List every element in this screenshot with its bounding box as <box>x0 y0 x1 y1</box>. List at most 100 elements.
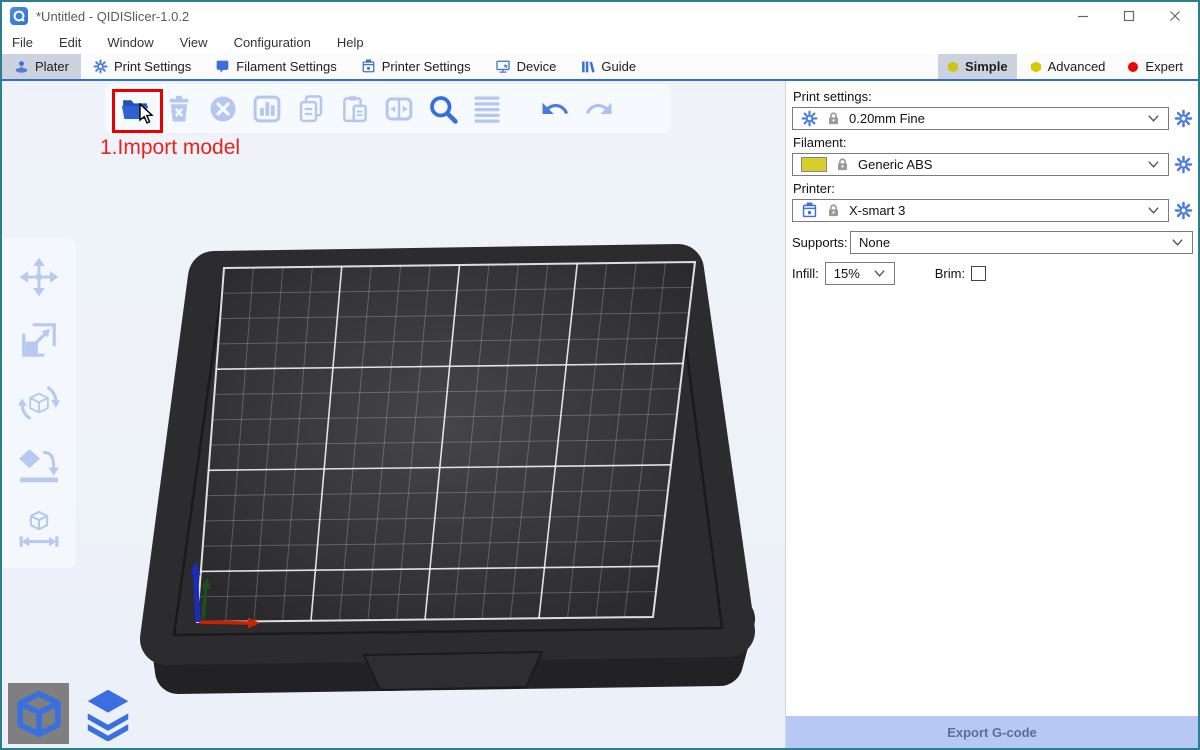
cube-3d-view-icon <box>12 687 66 741</box>
close-button[interactable] <box>1152 2 1198 30</box>
tab-device[interactable]: Device <box>483 54 569 79</box>
bed-grid-lines <box>199 262 692 621</box>
print-settings-combo[interactable]: 0.20mm Fine <box>792 107 1169 130</box>
move-tool-button[interactable] <box>18 256 60 298</box>
maximize-button[interactable] <box>1106 2 1152 30</box>
rotate-icon <box>18 382 60 424</box>
scale-to-fit-tool-button[interactable] <box>18 508 60 550</box>
undo-icon <box>540 94 570 124</box>
filament-color-swatch <box>801 157 827 172</box>
printer-value: X-smart 3 <box>849 203 1139 218</box>
rotate-tool-button[interactable] <box>18 382 60 424</box>
delete-icon <box>164 94 194 124</box>
plater-3d-viewport[interactable]: 1.Import model <box>2 81 785 748</box>
simple-mode-icon <box>947 61 959 73</box>
infill-value: 15% <box>834 266 865 281</box>
mode-switcher: Simple Advanced Expert <box>938 54 1198 79</box>
mode-expert[interactable]: Expert <box>1118 54 1192 79</box>
tab-filament-settings-label: Filament Settings <box>236 59 336 74</box>
layers-editing-button[interactable] <box>472 94 502 124</box>
mode-simple-label: Simple <box>965 59 1008 74</box>
mode-simple[interactable]: Simple <box>938 54 1017 79</box>
printer-label: Printer: <box>793 181 1193 196</box>
tab-print-settings-label: Print Settings <box>114 59 191 74</box>
supports-value: None <box>859 235 1163 250</box>
lock-icon <box>835 157 850 172</box>
copy-button[interactable] <box>296 94 326 124</box>
tab-bar: Plater Print Settings Filament Settings … <box>2 54 1198 81</box>
menu-edit[interactable]: Edit <box>59 35 81 50</box>
plater-icon <box>14 59 29 74</box>
chevron-down-icon <box>873 267 886 280</box>
scale-tool-button[interactable] <box>18 319 60 361</box>
filament-icon <box>215 59 230 74</box>
maximize-icon <box>1123 10 1135 22</box>
print-settings-label: Print settings: <box>793 89 1193 104</box>
split-to-objects-button[interactable] <box>384 94 414 124</box>
editor-3d-view-button[interactable] <box>8 683 69 744</box>
preview-layers-view-button[interactable] <box>77 683 138 744</box>
menu-window[interactable]: Window <box>107 35 153 50</box>
layers-editing-icon <box>472 94 502 124</box>
move-icon <box>18 256 60 298</box>
redo-icon <box>584 94 614 124</box>
printer-icon <box>361 59 376 74</box>
minimize-button[interactable] <box>1060 2 1106 30</box>
supports-combo[interactable]: None <box>850 231 1193 254</box>
search-icon <box>428 94 458 124</box>
arrange-icon <box>252 94 282 124</box>
menu-view[interactable]: View <box>180 35 208 50</box>
menu-file[interactable]: File <box>12 35 33 50</box>
filament-combo[interactable]: Generic ABS <box>792 153 1169 176</box>
app-window: *Untitled - QIDISlicer-1.0.2 File Edit W… <box>0 0 1200 750</box>
tab-filament-settings[interactable]: Filament Settings <box>203 54 348 79</box>
import-annotation: 1.Import model <box>100 136 240 160</box>
lock-icon <box>826 203 841 218</box>
print-settings-gear-button[interactable] <box>1174 109 1193 128</box>
infill-label: Infill: <box>792 266 819 281</box>
delete-all-icon <box>208 94 238 124</box>
menu-help[interactable]: Help <box>337 35 364 50</box>
menu-configuration[interactable]: Configuration <box>234 35 311 50</box>
redo-button[interactable] <box>584 94 614 124</box>
view-toggle <box>8 683 138 744</box>
guide-icon <box>580 59 595 74</box>
arrange-button[interactable] <box>252 94 282 124</box>
tab-plater[interactable]: Plater <box>2 54 81 79</box>
x-axis-icon <box>248 618 260 629</box>
mode-advanced[interactable]: Advanced <box>1021 54 1115 79</box>
device-icon <box>495 59 511 74</box>
delete-all-button[interactable] <box>208 94 238 124</box>
import-model-button[interactable] <box>120 94 150 124</box>
supports-label: Supports: <box>792 235 850 250</box>
filament-gear-button[interactable] <box>1174 155 1193 174</box>
tab-guide[interactable]: Guide <box>568 54 648 79</box>
window-controls <box>1060 2 1198 30</box>
export-gcode-button[interactable]: Export G-code <box>786 716 1198 748</box>
place-on-face-tool-button[interactable] <box>18 445 60 487</box>
infill-combo[interactable]: 15% <box>825 262 895 285</box>
brim-checkbox[interactable] <box>971 266 986 281</box>
chevron-down-icon <box>1171 236 1184 249</box>
advanced-mode-icon <box>1030 61 1042 73</box>
bed-grid-surface <box>197 262 695 622</box>
lock-icon <box>826 111 841 126</box>
z-axis-icon <box>191 561 201 575</box>
delete-button[interactable] <box>164 94 194 124</box>
printer-combo[interactable]: X-smart 3 <box>792 199 1169 222</box>
filament-value: Generic ABS <box>858 157 1139 172</box>
print-settings-value: 0.20mm Fine <box>849 111 1139 126</box>
chevron-down-icon <box>1147 158 1160 171</box>
minimize-icon <box>1077 10 1089 22</box>
tab-guide-label: Guide <box>601 59 636 74</box>
printer-gear-button[interactable] <box>1174 201 1193 220</box>
search-button[interactable] <box>428 94 458 124</box>
gear-icon <box>93 59 108 74</box>
plater-toolbar <box>105 84 671 133</box>
paste-button[interactable] <box>340 94 370 124</box>
main-content: 1.Import model <box>2 81 1198 748</box>
tab-printer-settings[interactable]: Printer Settings <box>349 54 483 79</box>
tab-printer-settings-label: Printer Settings <box>382 59 471 74</box>
undo-button[interactable] <box>540 94 570 124</box>
tab-print-settings[interactable]: Print Settings <box>81 54 203 79</box>
